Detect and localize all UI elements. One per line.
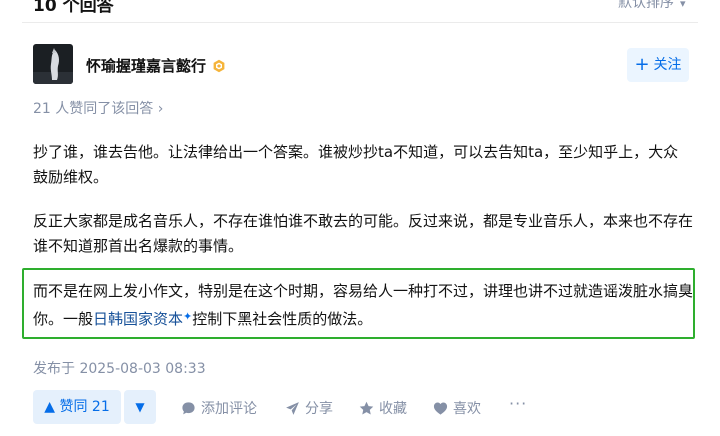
sort-dropdown[interactable]: 默认排序 ▾ [618, 0, 686, 12]
share-label: 分享 [305, 401, 333, 417]
upvote-button[interactable]: ▲ 赞同 21 [33, 390, 121, 424]
answer-count: 10 个回答 [33, 0, 114, 16]
answer-paragraph: 抄了谁，谁去告他。让法律给出一个答案。谁被炒抄ta不知道，可以去告知ta，至少知… [33, 143, 679, 186]
author-name-text: 怀瑜握瑾嘉言懿行 [86, 57, 207, 75]
publish-time[interactable]: 发布于 2025-08-03 08:33 [33, 358, 206, 378]
sparkle-icon: ✦ [183, 310, 193, 323]
comment-button[interactable]: 添加评论 [181, 398, 257, 418]
answer-card: 10 个回答 默认排序 ▾ 怀瑜握瑾嘉言懿行 + 关注 21 人赞同了该回答 › 抄… [0, 0, 720, 436]
chevron-down-icon: ▾ [680, 0, 686, 10]
avatar[interactable] [33, 44, 73, 84]
sort-label: 默认排序 [618, 0, 674, 11]
follow-button[interactable]: + 关注 [627, 48, 689, 82]
downvote-button[interactable]: ▼ [124, 390, 156, 424]
star-icon [359, 401, 374, 415]
plus-icon: + [634, 54, 650, 75]
share-button[interactable]: 分享 [285, 398, 333, 418]
upvote-summary-link[interactable]: 21 人赞同了该回答 › [33, 98, 163, 118]
comment-label: 添加评论 [201, 401, 257, 417]
share-icon [286, 402, 299, 415]
answers-header: 10 个回答 默认排序 ▾ [0, 0, 720, 22]
comment-icon [182, 402, 195, 415]
author-badge-icon [212, 59, 226, 77]
keyword-link[interactable]: 日韩国家资本✦ [93, 310, 192, 328]
answer-paragraph-highlighted: 而不是在网上发小作文，特别是在这个时期，容易给人一种打不过，讲理也讲不过就造谣泼… [33, 279, 693, 332]
favorite-button[interactable]: 收藏 [359, 398, 407, 418]
paragraph-text: 控制下黑社会性质的做法。 [192, 310, 373, 328]
like-button[interactable]: 喜欢 [433, 398, 481, 418]
favorite-label: 收藏 [379, 401, 407, 417]
author-name[interactable]: 怀瑜握瑾嘉言懿行 [86, 55, 226, 77]
answer-paragraph: 反正大家都是成名音乐人，不存在谁怕谁不敢去的可能。反过来说，都是专业音乐人，本来… [33, 212, 694, 255]
heart-icon [433, 402, 448, 415]
more-button[interactable]: ··· [509, 394, 527, 413]
divider [22, 22, 698, 23]
like-label: 喜欢 [453, 401, 481, 417]
keyword-link-text: 日韩国家资本 [93, 310, 184, 328]
follow-label: 关注 [653, 57, 682, 73]
